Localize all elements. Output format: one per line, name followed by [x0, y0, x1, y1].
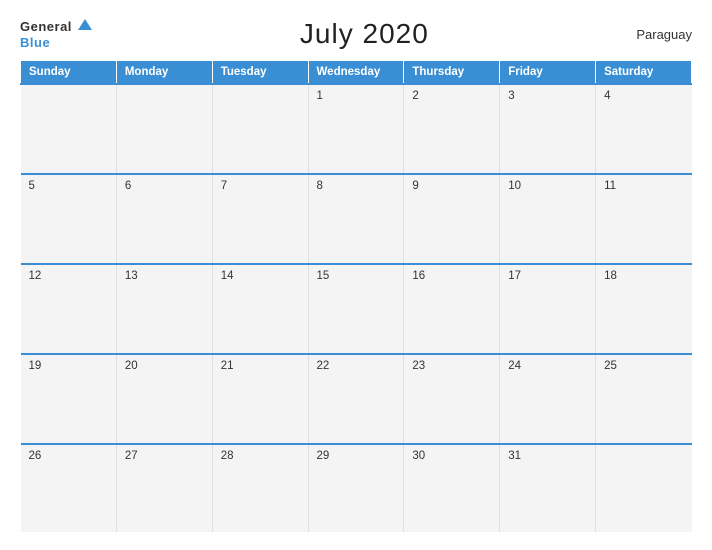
calendar-day-cell: 18 [596, 264, 692, 354]
calendar-day-cell: 1 [308, 84, 404, 174]
col-sunday: Sunday [21, 61, 117, 85]
calendar-day-cell: 26 [21, 444, 117, 532]
calendar-day-cell: 17 [500, 264, 596, 354]
calendar-day-cell: 30 [404, 444, 500, 532]
calendar-day-cell [212, 84, 308, 174]
header: General Blue July 2020 Paraguay [20, 18, 692, 50]
logo: General Blue [20, 18, 92, 50]
calendar-day-cell: 13 [116, 264, 212, 354]
calendar-day-cell: 19 [21, 354, 117, 444]
calendar-week-row: 19202122232425 [21, 354, 692, 444]
calendar-day-cell: 7 [212, 174, 308, 264]
calendar-day-cell: 16 [404, 264, 500, 354]
month-title: July 2020 [300, 18, 429, 50]
calendar-day-cell: 22 [308, 354, 404, 444]
calendar-day-cell [21, 84, 117, 174]
calendar-day-cell: 3 [500, 84, 596, 174]
calendar-day-cell: 21 [212, 354, 308, 444]
calendar-day-cell: 5 [21, 174, 117, 264]
calendar-day-cell [596, 444, 692, 532]
calendar-day-cell: 11 [596, 174, 692, 264]
calendar-day-cell: 20 [116, 354, 212, 444]
calendar-day-cell: 28 [212, 444, 308, 532]
calendar-header-row: Sunday Monday Tuesday Wednesday Thursday… [21, 61, 692, 85]
calendar-day-cell: 15 [308, 264, 404, 354]
col-saturday: Saturday [596, 61, 692, 85]
col-tuesday: Tuesday [212, 61, 308, 85]
col-friday: Friday [500, 61, 596, 85]
calendar-day-cell: 2 [404, 84, 500, 174]
calendar-day-cell: 10 [500, 174, 596, 264]
calendar-day-cell: 4 [596, 84, 692, 174]
calendar-day-cell [116, 84, 212, 174]
calendar-day-cell: 24 [500, 354, 596, 444]
calendar-week-row: 567891011 [21, 174, 692, 264]
calendar-day-cell: 8 [308, 174, 404, 264]
logo-triangle-icon [78, 19, 92, 30]
calendar-week-row: 262728293031 [21, 444, 692, 532]
calendar-day-cell: 29 [308, 444, 404, 532]
col-wednesday: Wednesday [308, 61, 404, 85]
calendar-day-cell: 25 [596, 354, 692, 444]
logo-general-text: General [20, 19, 72, 34]
calendar-day-cell: 9 [404, 174, 500, 264]
calendar-day-cell: 23 [404, 354, 500, 444]
calendar-day-cell: 27 [116, 444, 212, 532]
calendar-day-cell: 31 [500, 444, 596, 532]
calendar-week-row: 1234 [21, 84, 692, 174]
logo-blue-text: Blue [20, 36, 50, 50]
calendar-day-cell: 6 [116, 174, 212, 264]
col-monday: Monday [116, 61, 212, 85]
calendar: Sunday Monday Tuesday Wednesday Thursday… [20, 60, 692, 532]
calendar-week-row: 12131415161718 [21, 264, 692, 354]
country-label: Paraguay [636, 27, 692, 42]
calendar-day-cell: 14 [212, 264, 308, 354]
calendar-day-cell: 12 [21, 264, 117, 354]
col-thursday: Thursday [404, 61, 500, 85]
